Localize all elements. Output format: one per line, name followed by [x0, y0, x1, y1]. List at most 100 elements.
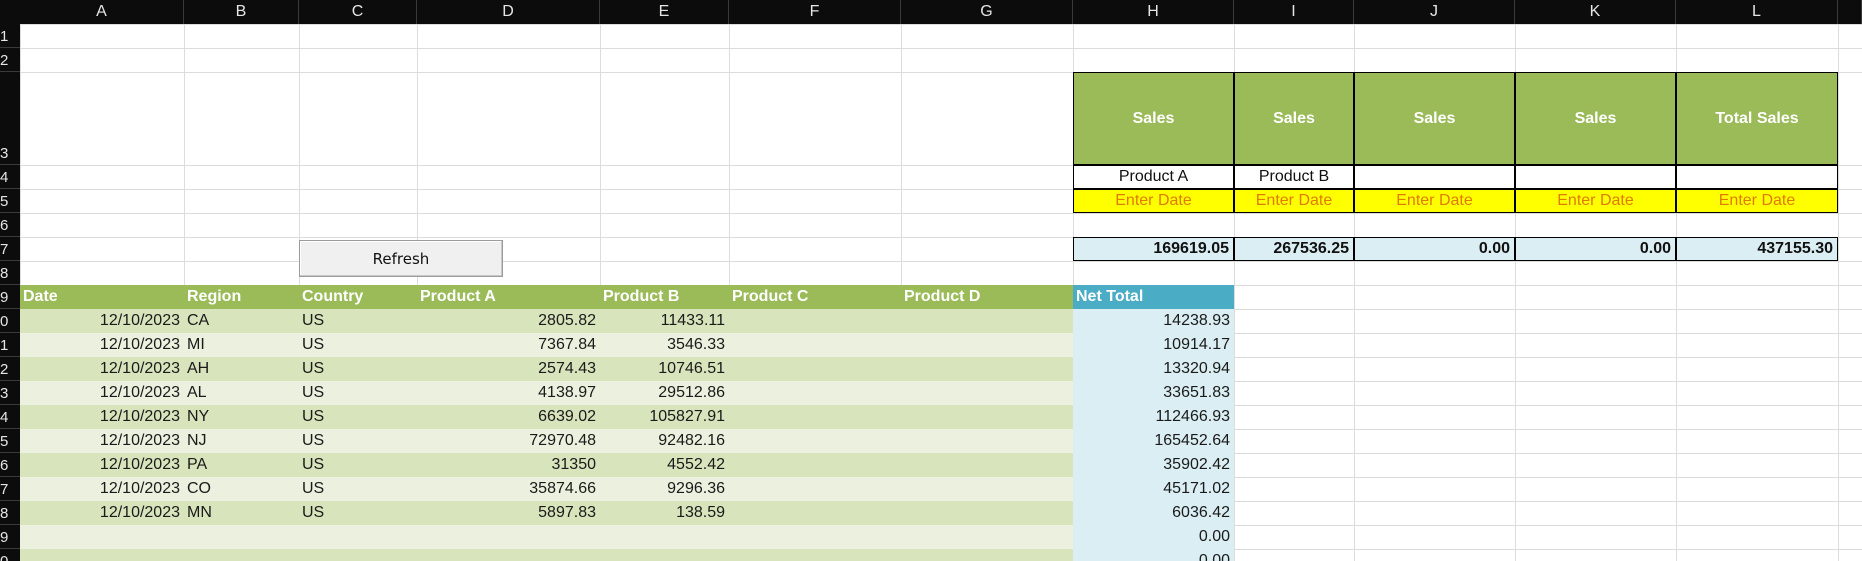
table-cell-b[interactable]: [600, 525, 729, 549]
table-cell-b[interactable]: 138.59: [600, 501, 729, 525]
table-cell-d[interactable]: [901, 477, 1073, 501]
table-header-date[interactable]: Date: [20, 285, 184, 309]
table-header-product-a[interactable]: Product A: [417, 285, 600, 309]
table-cell-c[interactable]: [729, 357, 901, 381]
table-cell-c[interactable]: [729, 477, 901, 501]
table-cell-c[interactable]: [729, 333, 901, 357]
table-cell-country[interactable]: US: [299, 429, 417, 453]
table-cell-date[interactable]: 12/10/2023: [20, 501, 184, 525]
table-cell-region[interactable]: [184, 525, 299, 549]
table-cell-c[interactable]: [729, 429, 901, 453]
table-cell-a[interactable]: 72970.48: [417, 429, 600, 453]
table-cell-date[interactable]: 12/10/2023: [20, 309, 184, 333]
table-cell-date[interactable]: 12/10/2023: [20, 477, 184, 501]
table-header-region[interactable]: Region: [184, 285, 299, 309]
table-cell-date[interactable]: 12/10/2023: [20, 453, 184, 477]
summary-header-sales[interactable]: Sales: [1234, 72, 1354, 165]
table-cell-b[interactable]: 4552.42: [600, 453, 729, 477]
table-header-product-c[interactable]: Product C: [729, 285, 901, 309]
table-cell-a[interactable]: 2805.82: [417, 309, 600, 333]
table-cell-d[interactable]: [901, 549, 1073, 561]
row-header[interactable]: 2: [0, 357, 20, 381]
spreadsheet-grid[interactable]: ABCDEFGHIJKL12345678901234567890SalesPro…: [0, 0, 1862, 561]
table-header-product-d[interactable]: Product D: [901, 285, 1073, 309]
row-header[interactable]: 9: [0, 285, 20, 309]
table-cell-region[interactable]: CA: [184, 309, 299, 333]
table-cell-region[interactable]: AL: [184, 381, 299, 405]
table-cell-date[interactable]: [20, 525, 184, 549]
table-cell-region[interactable]: [184, 549, 299, 561]
table-cell-a[interactable]: 2574.43: [417, 357, 600, 381]
table-cell-d[interactable]: [901, 453, 1073, 477]
table-cell-date[interactable]: 12/10/2023: [20, 357, 184, 381]
column-header-k[interactable]: K: [1515, 0, 1676, 24]
table-cell-b[interactable]: 10746.51: [600, 357, 729, 381]
table-cell-a[interactable]: 5897.83: [417, 501, 600, 525]
row-header[interactable]: 9: [0, 525, 20, 549]
table-cell-net[interactable]: 165452.64: [1073, 429, 1234, 453]
table-cell-d[interactable]: [901, 333, 1073, 357]
row-header[interactable]: 6: [0, 213, 20, 237]
table-cell-a[interactable]: 6639.02: [417, 405, 600, 429]
column-header-h[interactable]: H: [1073, 0, 1234, 24]
summary-total-value[interactable]: 267536.25: [1234, 237, 1354, 261]
row-header[interactable]: 4: [0, 165, 20, 189]
table-cell-a[interactable]: 35874.66: [417, 477, 600, 501]
row-header[interactable]: 6: [0, 453, 20, 477]
table-cell-region[interactable]: AH: [184, 357, 299, 381]
row-header[interactable]: 7: [0, 237, 20, 261]
table-cell-b[interactable]: 92482.16: [600, 429, 729, 453]
summary-product-label[interactable]: Product B: [1234, 165, 1354, 189]
table-header-net-total[interactable]: Net Total: [1073, 285, 1234, 309]
summary-header-sales[interactable]: Sales: [1515, 72, 1676, 165]
summary-date-input[interactable]: Enter Date: [1073, 189, 1234, 213]
summary-product-label[interactable]: [1515, 165, 1676, 189]
table-cell-c[interactable]: [729, 405, 901, 429]
table-header-country[interactable]: Country: [299, 285, 417, 309]
table-cell-d[interactable]: [901, 357, 1073, 381]
summary-total-value[interactable]: 0.00: [1515, 237, 1676, 261]
summary-total-value[interactable]: 169619.05: [1073, 237, 1234, 261]
table-cell-c[interactable]: [729, 525, 901, 549]
table-cell-date[interactable]: [20, 549, 184, 561]
summary-date-input[interactable]: Enter Date: [1354, 189, 1515, 213]
table-cell-net[interactable]: 112466.93: [1073, 405, 1234, 429]
table-cell-c[interactable]: [729, 309, 901, 333]
table-cell-d[interactable]: [901, 405, 1073, 429]
row-header[interactable]: 5: [0, 189, 20, 213]
table-cell-d[interactable]: [901, 429, 1073, 453]
column-header-f[interactable]: F: [729, 0, 901, 24]
column-header-g[interactable]: G: [901, 0, 1073, 24]
table-cell-date[interactable]: 12/10/2023: [20, 429, 184, 453]
summary-date-input[interactable]: Enter Date: [1515, 189, 1676, 213]
table-cell-net[interactable]: 0.00: [1073, 525, 1234, 549]
table-cell-net[interactable]: 13320.94: [1073, 357, 1234, 381]
table-cell-c[interactable]: [729, 549, 901, 561]
table-cell-b[interactable]: 11433.11: [600, 309, 729, 333]
table-cell-country[interactable]: US: [299, 309, 417, 333]
table-cell-a[interactable]: 31350: [417, 453, 600, 477]
summary-date-input[interactable]: Enter Date: [1676, 189, 1838, 213]
table-cell-region[interactable]: CO: [184, 477, 299, 501]
table-cell-country[interactable]: US: [299, 477, 417, 501]
table-cell-a[interactable]: 4138.97: [417, 381, 600, 405]
table-cell-net[interactable]: 0.00: [1073, 549, 1234, 561]
table-cell-b[interactable]: [600, 549, 729, 561]
column-header-e[interactable]: E: [600, 0, 729, 24]
table-cell-net[interactable]: 35902.42: [1073, 453, 1234, 477]
table-cell-net[interactable]: 33651.83: [1073, 381, 1234, 405]
table-cell-a[interactable]: [417, 525, 600, 549]
table-cell-region[interactable]: NY: [184, 405, 299, 429]
table-cell-net[interactable]: 45171.02: [1073, 477, 1234, 501]
select-all-corner[interactable]: [0, 0, 20, 24]
table-cell-region[interactable]: MN: [184, 501, 299, 525]
table-cell-d[interactable]: [901, 501, 1073, 525]
column-header-b[interactable]: B: [184, 0, 299, 24]
table-cell-country[interactable]: US: [299, 357, 417, 381]
table-cell-b[interactable]: 105827.91: [600, 405, 729, 429]
summary-header-sales[interactable]: Sales: [1073, 72, 1234, 165]
summary-product-label[interactable]: [1354, 165, 1515, 189]
row-header[interactable]: 0: [0, 309, 20, 333]
table-cell-a[interactable]: [417, 549, 600, 561]
refresh-button[interactable]: Refresh: [299, 240, 503, 277]
